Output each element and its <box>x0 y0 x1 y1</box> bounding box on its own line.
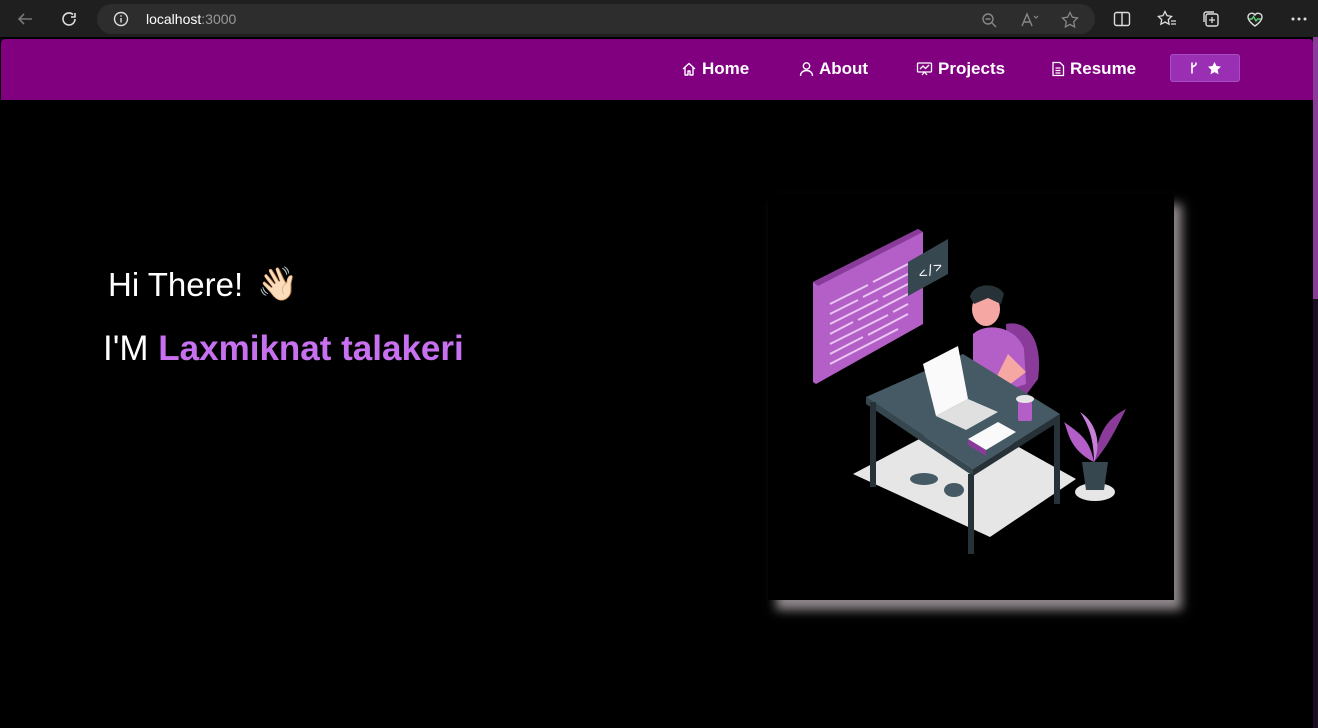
greeting: Hi There! 👋🏻 <box>108 265 298 304</box>
nav-resume-label: Resume <box>1070 59 1137 78</box>
refresh-icon[interactable] <box>56 6 82 32</box>
collections-icon[interactable] <box>1200 8 1222 30</box>
address-bar[interactable]: localhost:3000 <box>97 4 1095 34</box>
scrollbar-thumb[interactable] <box>1313 37 1318 299</box>
zoom-out-icon[interactable] <box>979 10 999 30</box>
back-icon[interactable] <box>12 6 38 32</box>
favorite-star-icon[interactable] <box>1060 10 1080 30</box>
nav-about-label: About <box>819 59 869 78</box>
browser-toolbar: localhost:3000 <box>0 0 1318 37</box>
nav-home[interactable]: Home <box>681 57 749 81</box>
split-screen-icon[interactable] <box>1111 8 1133 30</box>
page-viewport: Home About Projects Resume Hi There! 👋🏻 … <box>0 37 1318 728</box>
favorites-icon[interactable] <box>1156 8 1178 30</box>
nav-about[interactable]: About <box>799 57 868 81</box>
home-illustration: </> <box>768 194 1174 600</box>
github-fork-button[interactable] <box>1170 54 1240 82</box>
projects-icon <box>916 62 933 76</box>
browser-essentials-icon[interactable] <box>1244 8 1266 30</box>
nav-resume[interactable]: Resume <box>1051 57 1136 81</box>
navbar: Home About Projects Resume <box>1 39 1313 100</box>
wave-icon: 👋🏻 <box>257 265 299 302</box>
greeting-text: Hi There! <box>108 265 244 303</box>
info-icon[interactable] <box>113 11 129 32</box>
nav-home-label: Home <box>702 59 750 78</box>
more-options-icon[interactable] <box>1288 8 1310 30</box>
document-icon <box>1052 61 1065 77</box>
git-fork-icon <box>1190 62 1197 74</box>
read-aloud-icon[interactable] <box>1020 10 1040 30</box>
nav-projects[interactable]: Projects <box>916 57 1005 81</box>
star-icon <box>1207 61 1221 74</box>
url-text: localhost:3000 <box>146 11 237 27</box>
user-icon <box>799 62 814 77</box>
name-highlight: Laxmiknat talakeri <box>158 329 464 368</box>
page-scrollbar[interactable] <box>1313 37 1318 728</box>
nav-projects-label: Projects <box>938 59 1006 78</box>
name-prefix: I'M <box>103 329 159 368</box>
hero-name: I'M Laxmiknat talakeri <box>103 329 464 369</box>
home-icon <box>682 62 696 76</box>
